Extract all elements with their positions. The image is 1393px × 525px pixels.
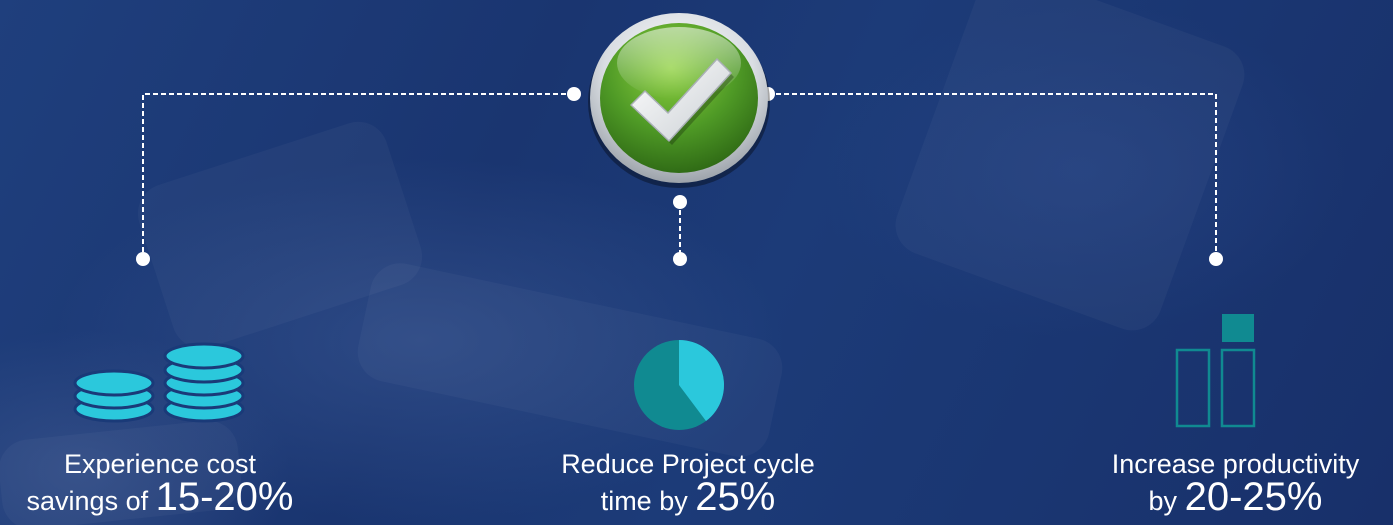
- caption-cycle-time: Reduce Project cycle time by 25%: [508, 448, 868, 518]
- caption-prefix: time by: [600, 486, 688, 516]
- caption-productivity: Increase productivity by 20-25%: [1078, 448, 1393, 518]
- connector-dot-right-bottom: [1209, 252, 1223, 266]
- checkmark-icon: [588, 13, 770, 188]
- caption-line1: Reduce Project cycle: [561, 449, 815, 479]
- caption-value: 25%: [695, 475, 776, 519]
- caption-value: 20-25%: [1184, 475, 1323, 519]
- caption-line2: savings of 15-20%: [0, 477, 320, 518]
- connector-dot-center-top: [673, 195, 687, 209]
- right-connector: [768, 93, 1217, 258]
- caption-line2: time by 25%: [508, 477, 868, 518]
- coins-stack-icon: [73, 342, 245, 423]
- connector-dot-left-bottom: [136, 252, 150, 266]
- caption-prefix: savings of: [26, 486, 149, 516]
- connector-dot-left-top: [567, 87, 581, 101]
- caption-cost-savings: Experience cost savings of 15-20%: [0, 448, 320, 518]
- caption-prefix: by: [1148, 486, 1178, 516]
- pie-chart-icon: [634, 340, 724, 430]
- infographic-slide: Experience cost savings of 15-20% Reduce…: [0, 0, 1393, 525]
- connector-dot-center-bottom: [673, 252, 687, 266]
- left-connector: [142, 93, 574, 258]
- bar-chart-icon: [1175, 314, 1256, 428]
- caption-line2: by 20-25%: [1078, 477, 1393, 518]
- caption-value: 15-20%: [155, 475, 294, 519]
